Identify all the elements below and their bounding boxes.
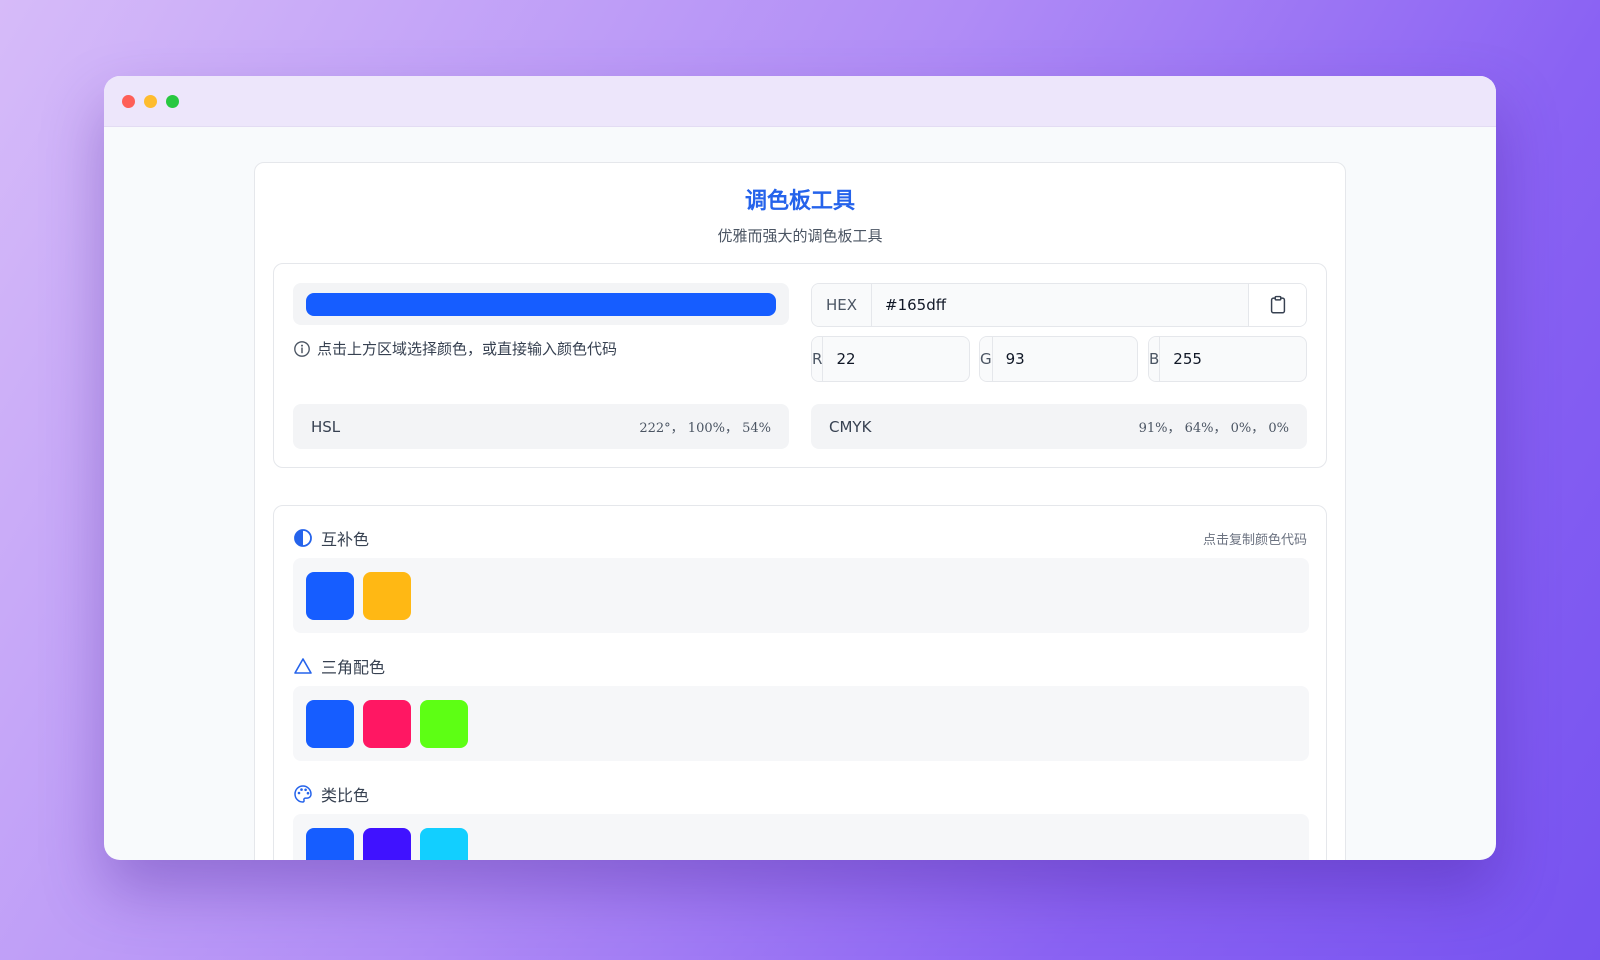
picker-hint-text: 点击上方区域选择颜色，或直接输入颜色代码 — [317, 340, 618, 358]
hsl-label: HSL — [311, 417, 341, 436]
scheme-header-complementary: 互补色 — [293, 526, 369, 550]
color-swatch[interactable] — [306, 572, 354, 620]
maximize-window-button[interactable] — [166, 94, 179, 108]
hex-input[interactable] — [872, 284, 1248, 326]
hex-label: HEX — [812, 284, 872, 326]
info-icon — [294, 340, 310, 357]
scheme-header-triadic: 三角配色 — [293, 654, 385, 678]
rgb-r-field: R — [811, 336, 970, 382]
page-subtitle: 优雅而强大的调色板工具 — [717, 227, 883, 245]
rgb-g-label: G — [980, 337, 993, 381]
hex-field: HEX — [811, 283, 1307, 327]
color-swatch[interactable] — [363, 828, 411, 860]
scheme-name: 三角配色 — [321, 658, 386, 677]
rgb-b-label: B — [1149, 337, 1161, 381]
cmyk-value: 91%， 64%， 0%， 0% — [1138, 421, 1289, 436]
page-viewport[interactable]: 调色板工具 优雅而强大的调色板工具 点击上方区域选择颜色，或直接输入颜色代码 H… — [104, 127, 1496, 860]
color-swatch[interactable] — [306, 828, 354, 860]
contrast-icon — [294, 529, 312, 547]
color-swatch[interactable] — [363, 572, 411, 620]
cmyk-readout: CMYK 91%， 64%， 0%， 0% — [811, 404, 1307, 449]
swatch-row-triadic — [293, 686, 1309, 761]
copy-hint: 点击复制颜色代码 — [1202, 533, 1307, 548]
rgb-r-label: R — [812, 337, 824, 381]
color-swatch[interactable] — [420, 700, 468, 748]
hsl-readout: HSL 222°， 100%， 54% — [293, 404, 789, 449]
scheme-name: 类比色 — [321, 786, 370, 805]
close-window-button[interactable] — [122, 94, 135, 108]
browser-window: 调色板工具 优雅而强大的调色板工具 点击上方区域选择颜色，或直接输入颜色代码 H… — [104, 76, 1496, 860]
color-picker-panel: 点击上方区域选择颜色，或直接输入颜色代码 HEX R — [273, 263, 1327, 468]
picker-hint: 点击上方区域选择颜色，或直接输入颜色代码 — [293, 338, 617, 359]
rgb-g-input[interactable] — [992, 337, 1137, 381]
palette-tool-card: 调色板工具 优雅而强大的调色板工具 点击上方区域选择颜色，或直接输入颜色代码 H… — [254, 162, 1346, 860]
cmyk-label: CMYK — [829, 417, 872, 436]
rgb-r-input[interactable] — [823, 337, 969, 381]
color-swatch[interactable] — [306, 700, 354, 748]
color-swatch[interactable] — [363, 700, 411, 748]
color-swatch[interactable] — [420, 828, 468, 860]
swatch-row-analogous — [293, 814, 1309, 860]
clipboard-icon — [1270, 295, 1285, 314]
rgb-b-input[interactable] — [1160, 337, 1306, 381]
color-schemes-panel: 点击复制颜色代码 互补色 三角配色 类比色 — [273, 505, 1327, 860]
selected-color-bar[interactable] — [306, 293, 776, 316]
triangle-icon — [294, 658, 312, 674]
palette-icon — [294, 785, 312, 803]
hsl-value: 222°， 100%， 54% — [639, 421, 771, 436]
copy-hex-button[interactable] — [1248, 284, 1306, 326]
window-titlebar — [104, 76, 1496, 127]
rgb-b-field: B — [1148, 336, 1307, 382]
minimize-window-button[interactable] — [144, 94, 157, 108]
page-title: 调色板工具 — [744, 189, 855, 214]
scheme-header-analogous: 类比色 — [293, 782, 369, 806]
rgb-g-field: G — [979, 336, 1138, 382]
color-picker-area[interactable] — [293, 283, 789, 325]
swatch-row-complementary — [293, 558, 1309, 633]
scheme-name: 互补色 — [321, 530, 370, 549]
